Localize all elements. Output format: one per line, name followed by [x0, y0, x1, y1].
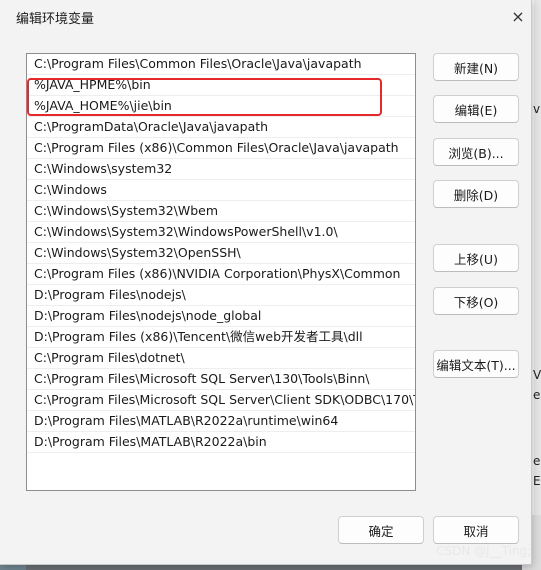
close-icon: × [511, 6, 525, 26]
background-text: v [533, 102, 541, 116]
path-list-item[interactable]: C:\Program Files\Common Files\Oracle\Jav… [27, 54, 415, 75]
path-list-item[interactable]: D:\Program Files\nodejs\node_global [27, 306, 415, 327]
dialog-titlebar[interactable]: 编辑环境变量 × [0, 0, 531, 34]
path-list-item[interactable]: D:\Program Files (x86)\Tencent\微信web开发者工… [27, 327, 415, 348]
path-list-item[interactable]: C:\Windows\System32\OpenSSH\ [27, 243, 415, 264]
background-text: e [533, 388, 541, 402]
new-button[interactable]: 新建(N) [433, 53, 519, 81]
background-text: V [533, 368, 541, 382]
path-list-item[interactable]: %JAVA_HPME%\bin [27, 75, 415, 96]
ok-button[interactable]: 确定 [338, 516, 424, 544]
path-list-item[interactable]: C:\Windows\System32\Wbem [27, 201, 415, 222]
path-listbox[interactable]: C:\Program Files\Common Files\Oracle\Jav… [26, 53, 416, 491]
path-list-item[interactable]: C:\Program Files\Microsoft SQL Server\Cl… [27, 390, 415, 411]
path-list-item[interactable]: C:\ProgramData\Oracle\Java\javapath [27, 117, 415, 138]
dialog-title: 编辑环境变量 [16, 12, 95, 27]
path-list-item[interactable]: %JAVA_HOME%\jie\bin [27, 96, 415, 117]
path-list-item[interactable]: D:\Program Files\MATLAB\R2022a\runtime\w… [27, 411, 415, 432]
edit-button[interactable]: 编辑(E) [433, 95, 519, 123]
cancel-button[interactable]: 取消 [433, 516, 519, 544]
csdn-watermark: CSDN @J__Ting; [436, 544, 532, 558]
path-list-empty-row[interactable] [27, 453, 415, 474]
background-text: e [533, 454, 541, 468]
move-down-button[interactable]: 下移(O) [433, 287, 519, 315]
delete-button[interactable]: 删除(D) [433, 180, 519, 208]
background-text: E [533, 474, 541, 488]
path-list-item[interactable]: C:\Windows\system32 [27, 159, 415, 180]
path-list-item[interactable]: C:\Program Files (x86)\NVIDIA Corporatio… [27, 264, 415, 285]
path-list-item[interactable]: C:\Windows [27, 180, 415, 201]
close-button[interactable]: × [506, 5, 530, 27]
move-up-button[interactable]: 上移(U) [433, 244, 519, 272]
path-list-item[interactable]: C:\Program Files\Microsoft SQL Server\13… [27, 369, 415, 390]
path-list-item[interactable]: C:\Program Files\dotnet\ [27, 348, 415, 369]
edit-env-variable-dialog: 编辑环境变量 × C:\Program Files\Common Files\O… [0, 0, 532, 565]
browse-button[interactable]: 浏览(B)... [433, 138, 519, 166]
edit-text-button[interactable]: 编辑文本(T)... [433, 350, 519, 378]
path-list-item[interactable]: D:\Program Files\MATLAB\R2022a\bin [27, 432, 415, 453]
path-list-item[interactable]: C:\Windows\System32\WindowsPowerShell\v1… [27, 222, 415, 243]
path-list-item[interactable]: C:\Program Files (x86)\Common Files\Orac… [27, 138, 415, 159]
path-list-item[interactable]: D:\Program Files\nodejs\ [27, 285, 415, 306]
